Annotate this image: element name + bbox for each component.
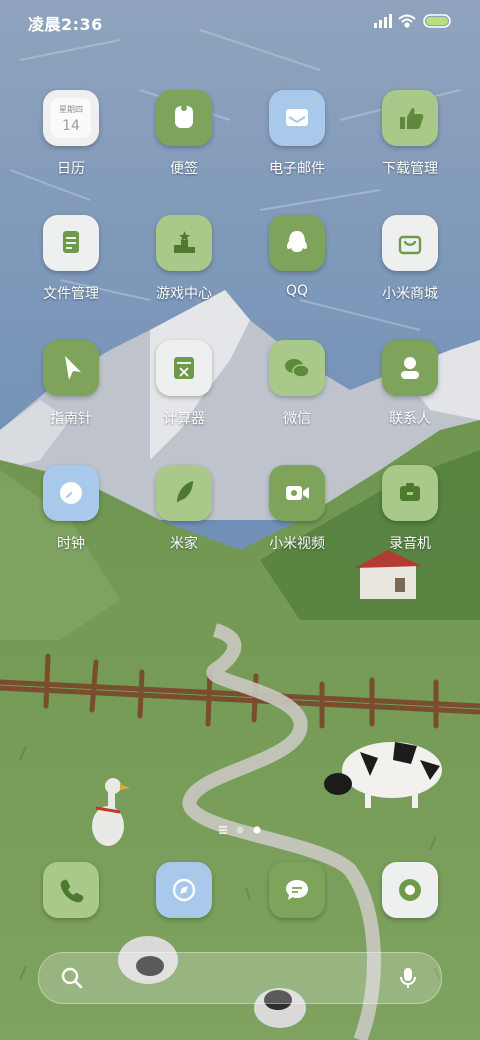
calculator-icon — [156, 340, 212, 396]
thumbs-up-icon — [382, 90, 438, 146]
podium-icon — [156, 215, 212, 271]
app-label: 计算器 — [163, 411, 205, 427]
notes-icon — [156, 90, 212, 146]
app-mijia[interactable]: 米家 — [134, 463, 234, 573]
app-label: 小米商城 — [382, 286, 438, 302]
app-label: 日历 — [57, 161, 85, 177]
microphone-icon[interactable] — [395, 965, 421, 991]
status-icons — [374, 14, 451, 28]
phone-icon[interactable] — [43, 862, 99, 918]
app-qq[interactable]: QQ — [247, 213, 347, 323]
qq-penguin-icon — [269, 215, 325, 271]
compass-pointer-icon — [43, 340, 99, 396]
page-dot-2-current — [253, 826, 261, 834]
app-mi-video[interactable]: 小米视频 — [247, 463, 347, 573]
app-label: 便签 — [170, 161, 198, 177]
wechat-icon — [269, 340, 325, 396]
status-bar: 凌晨2:36 — [0, 0, 480, 42]
app-label: 指南针 — [50, 411, 92, 427]
app-label: 微信 — [283, 411, 311, 427]
search-bar[interactable] — [38, 952, 442, 1004]
app-label: QQ — [285, 283, 309, 299]
app-label: 录音机 — [389, 536, 431, 552]
signal-icon — [374, 14, 392, 28]
app-calendar[interactable]: 星期四 14 日历 — [21, 88, 121, 198]
app-label: 米家 — [170, 536, 198, 552]
calendar-day: 14 — [62, 118, 80, 134]
app-mi-store[interactable]: 小米商城 — [360, 213, 460, 323]
file-icon — [43, 215, 99, 271]
app-label: 游戏中心 — [156, 286, 212, 302]
app-label: 联系人 — [389, 411, 431, 427]
calendar-weekday: 星期四 — [59, 105, 83, 114]
battery-icon — [423, 14, 451, 28]
app-label: 电子邮件 — [269, 161, 325, 177]
app-recorder[interactable]: 录音机 — [360, 463, 460, 573]
leaf-icon — [156, 465, 212, 521]
app-game-center[interactable]: 游戏中心 — [134, 213, 234, 323]
app-download-manager[interactable]: 下载管理 — [360, 88, 460, 198]
app-calculator[interactable]: 计算器 — [134, 338, 234, 448]
dock — [0, 862, 480, 922]
page-list-icon — [219, 826, 227, 834]
app-label: 时钟 — [57, 536, 85, 552]
video-camera-icon — [269, 465, 325, 521]
app-wechat[interactable]: 微信 — [247, 338, 347, 448]
app-label: 小米视频 — [269, 536, 325, 552]
shopping-bag-icon — [382, 215, 438, 271]
app-label: 文件管理 — [43, 286, 99, 302]
app-label: 下载管理 — [382, 161, 438, 177]
app-clock[interactable]: 时钟 — [21, 463, 121, 573]
app-email[interactable]: 电子邮件 — [247, 88, 347, 198]
email-icon — [269, 90, 325, 146]
search-icon[interactable] — [59, 965, 85, 991]
clock-icon — [43, 465, 99, 521]
camera-icon[interactable] — [382, 862, 438, 918]
app-compass[interactable]: 指南针 — [21, 338, 121, 448]
app-contacts[interactable]: 联系人 — [360, 338, 460, 448]
wifi-icon — [398, 14, 416, 28]
calendar-icon: 星期四 14 — [43, 90, 99, 146]
browser-compass-icon[interactable] — [156, 862, 212, 918]
recorder-icon — [382, 465, 438, 521]
app-file-manager[interactable]: 文件管理 — [21, 213, 121, 323]
status-time: 凌晨2:36 — [28, 15, 103, 34]
page-indicator[interactable] — [0, 823, 480, 837]
message-bubble-icon[interactable] — [269, 862, 325, 918]
page-dot-1 — [236, 826, 244, 834]
app-notes[interactable]: 便签 — [134, 88, 234, 198]
contact-icon — [382, 340, 438, 396]
